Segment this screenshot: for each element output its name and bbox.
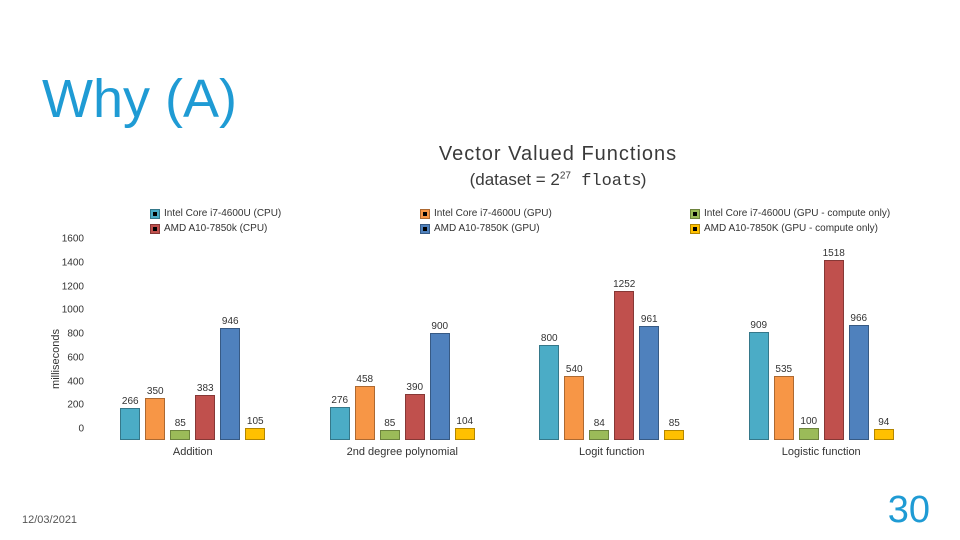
square-icon — [150, 224, 160, 234]
bar: 85 — [664, 430, 684, 440]
bar-value-label: 84 — [594, 418, 605, 429]
bar: 961 — [639, 326, 659, 440]
y-tick: 800 — [67, 329, 84, 340]
bar: 458 — [355, 386, 375, 440]
chart-title: Vector Valued Functions (dataset = 227 f… — [358, 142, 758, 192]
legend-item-s2: Intel Core i7-4600U (GPU - compute only) — [690, 208, 928, 219]
y-tick: 1000 — [62, 305, 84, 316]
bar: 909 — [749, 332, 769, 440]
square-icon — [150, 209, 160, 219]
footer-date: 12/03/2021 — [22, 514, 77, 526]
y-tick: 1200 — [62, 281, 84, 292]
bar: 946 — [220, 328, 240, 440]
square-icon — [690, 209, 700, 219]
legend-item-s0: Intel Core i7-4600U (CPU) — [150, 208, 388, 219]
y-tick: 200 — [67, 400, 84, 411]
bar: 105 — [245, 428, 265, 440]
bar-value-label: 85 — [175, 418, 186, 429]
bar-value-label: 800 — [541, 333, 558, 344]
bar-group: 909535100151896694Logistic function — [717, 250, 927, 440]
bar-value-label: 966 — [850, 313, 867, 324]
category-label: Logit function — [507, 446, 717, 458]
bar-value-label: 540 — [566, 364, 583, 375]
subtitle-line1: Vector Valued Functions — [439, 143, 677, 165]
bar-group: 26635085383946105Addition — [88, 250, 298, 440]
bar: 1518 — [824, 260, 844, 440]
category-label: Logistic function — [717, 446, 927, 458]
bar-group: 276458853909001042nd degree polynomial — [298, 250, 508, 440]
bar: 540 — [564, 376, 584, 440]
legend-item-s4: AMD A10-7850K (GPU) — [420, 223, 658, 234]
bar-value-label: 900 — [431, 321, 448, 332]
bar-value-label: 1518 — [823, 248, 845, 259]
y-tick: 1600 — [62, 234, 84, 245]
bar: 350 — [145, 398, 165, 440]
bar: 535 — [774, 376, 794, 440]
bar: 84 — [589, 430, 609, 440]
bar-value-label: 85 — [669, 418, 680, 429]
bar: 104 — [455, 428, 475, 440]
bar: 85 — [170, 430, 190, 440]
bar-value-label: 276 — [331, 395, 348, 406]
bar-value-label: 100 — [800, 416, 817, 427]
plot-area: 26635085383946105Addition276458853909001… — [88, 250, 926, 440]
bar-value-label: 390 — [406, 382, 423, 393]
bar: 966 — [849, 325, 869, 440]
bar: 100 — [799, 428, 819, 440]
bar: 900 — [430, 333, 450, 440]
bar-value-label: 94 — [878, 417, 889, 428]
page-title: Why (A) — [42, 68, 237, 130]
bar: 276 — [330, 407, 350, 440]
bar: 390 — [405, 394, 425, 440]
slide: Why (A) Vector Valued Functions (dataset… — [0, 0, 960, 540]
bar-value-label: 1252 — [613, 279, 635, 290]
legend-item-s5: AMD A10-7850K (GPU - compute only) — [690, 223, 928, 234]
y-tick: 600 — [67, 352, 84, 363]
bar: 383 — [195, 395, 215, 440]
category-label: Addition — [88, 446, 298, 458]
bar-group: 80054084125296185Logit function — [507, 250, 717, 440]
page-number: 30 — [888, 489, 930, 532]
category-label: 2nd degree polynomial — [298, 446, 508, 458]
bar: 1252 — [614, 291, 634, 440]
y-tick: 0 — [78, 424, 84, 435]
y-tick: 1400 — [62, 257, 84, 268]
bar-value-label: 350 — [147, 386, 164, 397]
square-icon — [420, 209, 430, 219]
subtitle-dataset: (dataset = 227 floats) — [358, 169, 758, 192]
bar-value-label: 946 — [222, 316, 239, 327]
bar-value-label: 961 — [641, 314, 658, 325]
bar: 266 — [120, 408, 140, 440]
bar-value-label: 383 — [197, 383, 214, 394]
bar-value-label: 909 — [750, 320, 767, 331]
bar-value-label: 85 — [384, 418, 395, 429]
bar-value-label: 105 — [247, 416, 264, 427]
bar: 800 — [539, 345, 559, 440]
bar-value-label: 458 — [356, 374, 373, 385]
chart: milliseconds 020040060080010001200140016… — [30, 250, 930, 468]
square-icon — [690, 224, 700, 234]
legend: Intel Core i7-4600U (CPU) Intel Core i7-… — [150, 208, 940, 238]
bar: 94 — [874, 429, 894, 440]
legend-item-s3: AMD A10-7850k (CPU) — [150, 223, 388, 234]
bar: 85 — [380, 430, 400, 440]
bar-value-label: 535 — [775, 364, 792, 375]
legend-item-s1: Intel Core i7-4600U (GPU) — [420, 208, 658, 219]
y-ticks: 02004006008001000120014001600 — [56, 250, 86, 440]
bar-value-label: 266 — [122, 396, 139, 407]
bar-value-label: 104 — [456, 416, 473, 427]
square-icon — [420, 224, 430, 234]
y-tick: 400 — [67, 376, 84, 387]
